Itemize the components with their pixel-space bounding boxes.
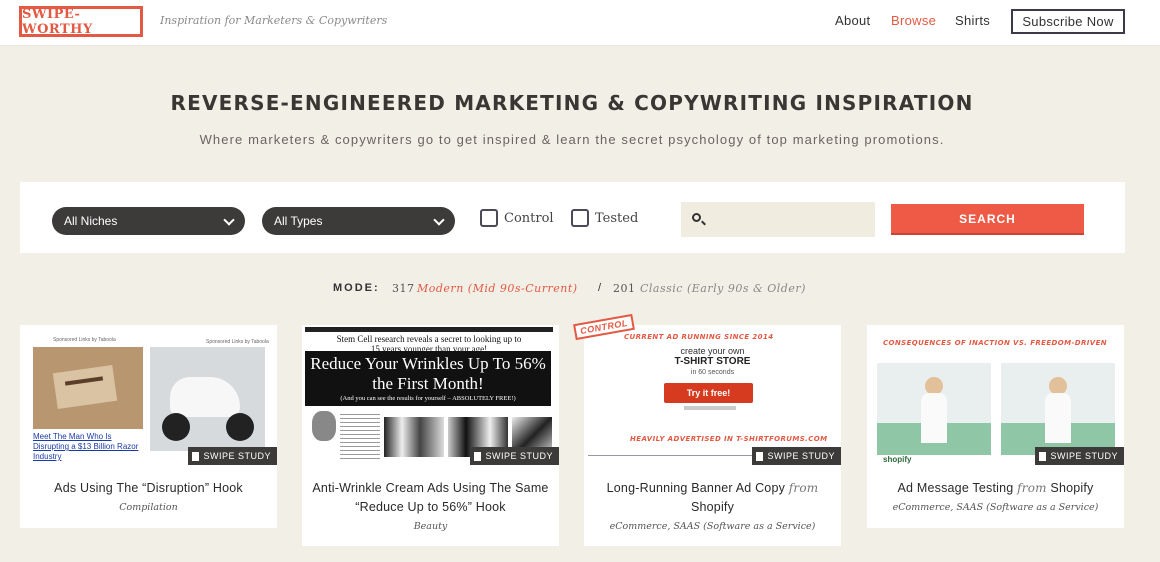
nav-shirts[interactable]: Shirts <box>955 13 990 28</box>
top-navbar: SWIPE-WORTHY Inspiration for Marketers &… <box>0 0 1160 46</box>
search-button[interactable]: SEARCH <box>891 204 1084 235</box>
ad-powered-by <box>684 406 736 410</box>
card-thumbnail[interactable]: Stem Cell research reveals a secret to l… <box>302 325 559 465</box>
card-title[interactable]: Ads Using The “Disruption” Hook <box>30 479 267 498</box>
ad-subline: (And you can see the results for yoursel… <box>340 395 516 402</box>
shopify-logo: shopify <box>883 455 912 464</box>
portrait-image <box>312 411 336 441</box>
mode-label: MODE: <box>333 282 380 294</box>
swipe-card[interactable]: CONSEQUENCES OF INACTION VS. FREEDOM-DRI… <box>867 325 1124 528</box>
control-checkbox[interactable]: Control <box>480 209 554 227</box>
razor-product-image <box>33 347 143 429</box>
filter-panel: All Niches All Types Control Tested SEAR… <box>20 182 1125 253</box>
card-thumbnail[interactable]: CONSEQUENCES OF INACTION VS. FREEDOM-DRI… <box>867 325 1124 465</box>
sponsor-text: Sponsored Links by Taboola <box>53 337 116 343</box>
article-text-image <box>340 411 380 461</box>
site-logo[interactable]: SWIPE-WORTHY <box>19 6 143 37</box>
nav-browse[interactable]: Browse <box>891 13 936 28</box>
control-label: Control <box>504 210 554 226</box>
swipe-study-badge: SWIPE STUDY <box>752 447 841 465</box>
badge-label: SWIPE STUDY <box>767 451 835 461</box>
logo-text: SWIPE-WORTHY <box>22 6 93 37</box>
mode-classic-link[interactable]: Classic (Early 90s & Older) <box>640 282 806 295</box>
document-icon <box>1039 451 1047 461</box>
card-title-from: from <box>788 481 819 495</box>
type-select[interactable]: All Types <box>262 207 455 235</box>
badge-label: SWIPE STUDY <box>1050 451 1118 461</box>
nav-about[interactable]: About <box>835 13 870 28</box>
ad-note-top: CURRENT AD RUNNING SINCE 2014 <box>624 333 774 341</box>
search-input[interactable] <box>681 202 875 237</box>
ad-line3: in 60 seconds <box>690 369 735 376</box>
card-title-brand: Shopify <box>1050 481 1094 495</box>
ad-variant-image <box>1001 363 1115 455</box>
document-icon <box>756 451 764 461</box>
scooter-image <box>150 347 265 451</box>
checkbox-box[interactable] <box>480 209 498 227</box>
ad-line2: T-SHIRT STORE <box>674 356 751 367</box>
chevron-down-icon <box>223 214 235 226</box>
swipe-study-badge: SWIPE STUDY <box>470 447 559 465</box>
site-tagline: Inspiration for Marketers & Copywriters <box>160 14 388 27</box>
ad-variant-image <box>877 363 991 455</box>
badge-label: SWIPE STUDY <box>485 451 553 461</box>
card-category: Beauty <box>413 521 448 532</box>
card-category: eCommerce, SAAS (Software as a Service) <box>892 502 1099 513</box>
type-select-value: All Types <box>274 214 323 228</box>
ad-test-heading: CONSEQUENCES OF INACTION VS. FREEDOM-DRI… <box>883 339 1108 347</box>
eye-closeup-image <box>384 417 444 457</box>
chevron-down-icon <box>433 214 445 226</box>
ad-cta-button: Try it free! <box>664 383 753 403</box>
page-header-strip <box>305 327 553 332</box>
modern-count: 317 <box>392 282 415 295</box>
mode-separator: / <box>598 282 602 294</box>
card-title[interactable]: Anti-Wrinkle Cream Ads Using The Same “R… <box>312 479 549 517</box>
card-thumbnail[interactable]: CURRENT AD RUNNING SINCE 2014 create you… <box>584 325 841 465</box>
card-title-text: Long-Running Banner Ad Copy <box>606 481 786 495</box>
ad-headline-link: Meet The Man Who Is Disrupting a $13 Bil… <box>33 432 139 461</box>
badge-label: SWIPE STUDY <box>203 451 271 461</box>
page-subtitle: Where marketers & copywriters go to get … <box>199 132 945 147</box>
card-title[interactable]: Long-Running Banner Ad Copy from Shopify <box>594 479 831 517</box>
card-category: eCommerce, SAAS (Software as a Service) <box>609 521 816 532</box>
card-title[interactable]: Ad Message Testing from Shopify <box>877 479 1114 498</box>
swipe-card[interactable]: Stem Cell research reveals a secret to l… <box>302 325 559 546</box>
swipe-card[interactable]: CURRENT AD RUNNING SINCE 2014 create you… <box>584 325 841 546</box>
ad-headline: Reduce Your Wrinkles Up To 56% the First… <box>310 354 546 393</box>
ad-headline-band: Reduce Your Wrinkles Up To 56% the First… <box>305 351 551 406</box>
checkbox-box[interactable] <box>571 209 589 227</box>
tested-checkbox[interactable]: Tested <box>571 209 638 227</box>
document-icon <box>192 451 200 461</box>
sponsor-text: Sponsored Links by Taboola <box>206 339 269 345</box>
ad-line1: create your own <box>680 346 745 356</box>
subscribe-button[interactable]: Subscribe Now <box>1011 9 1125 34</box>
card-title-brand: Shopify <box>690 500 735 514</box>
card-title-text: Ad Message Testing <box>897 481 1014 495</box>
card-title-from: from <box>1017 481 1047 495</box>
document-icon <box>474 451 482 461</box>
ad-note-bottom: HEAVILY ADVERTISED IN T-SHIRTFORUMS.COM <box>630 435 828 443</box>
page-title: REVERSE-ENGINEERED MARKETING & COPYWRITI… <box>170 91 974 115</box>
mode-modern-link[interactable]: Modern (Mid 90s-Current) <box>417 282 578 295</box>
card-category: Compilation <box>119 502 178 513</box>
swipe-study-badge: SWIPE STUDY <box>1035 447 1124 465</box>
search-icon <box>692 213 701 222</box>
classic-count: 201 <box>613 282 636 295</box>
niche-select-value: All Niches <box>64 214 118 228</box>
card-thumbnail[interactable]: Sponsored Links by Taboola Sponsored Lin… <box>20 325 277 465</box>
tested-label: Tested <box>595 210 639 226</box>
swipe-study-badge: SWIPE STUDY <box>188 447 277 465</box>
niche-select[interactable]: All Niches <box>52 207 245 235</box>
swipe-card[interactable]: Sponsored Links by Taboola Sponsored Lin… <box>20 325 277 528</box>
